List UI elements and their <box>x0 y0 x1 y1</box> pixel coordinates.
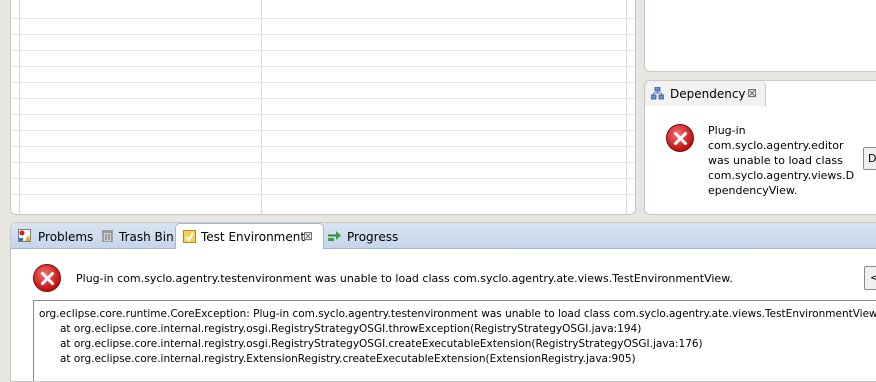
tab-problems-label: Problems <box>38 230 94 244</box>
dependency-error-message: Plug-in com.syclo.agentry.editor was una… <box>708 123 858 198</box>
test-environment-icon <box>183 230 196 243</box>
trash-icon <box>101 229 114 243</box>
details-button[interactable]: D <box>863 147 876 170</box>
bottom-view-stack: Problems Trash Bin Test Environment ⊠ Pr… <box>10 222 876 382</box>
tab-test-environment-label: Test Environment <box>201 230 306 244</box>
stack-trace-line: at org.eclipse.core.internal.registry.os… <box>60 338 703 350</box>
table-gridline <box>626 0 627 214</box>
error-icon <box>33 264 61 292</box>
table-row[interactable] <box>11 178 635 179</box>
error-line: com.syclo.agentry.views.D <box>708 169 855 182</box>
table-row[interactable] <box>11 66 635 67</box>
tab-progress-label: Progress <box>347 230 399 244</box>
stack-trace-box[interactable]: org.eclipse.core.runtime.CoreException: … <box>33 300 876 381</box>
table-row[interactable] <box>11 18 635 19</box>
table-view <box>10 0 636 215</box>
table-row[interactable] <box>11 98 635 99</box>
error-line: com.syclo.agentry.editor <box>708 139 844 152</box>
table-row[interactable] <box>11 34 635 35</box>
tab-problems[interactable]: Problems <box>11 223 95 248</box>
error-line: was unable to load class <box>708 154 843 167</box>
top-right-view <box>644 0 876 72</box>
stack-trace-line: org.eclipse.core.runtime.CoreException: … <box>39 308 876 320</box>
table-row[interactable] <box>11 130 635 131</box>
tab-dependency-label: Dependency <box>670 87 746 101</box>
tab-test-environment[interactable]: Test Environment ⊠ <box>175 223 324 249</box>
error-line: ependencyView. <box>708 184 798 197</box>
problems-icon <box>18 229 31 242</box>
table-row[interactable] <box>11 146 635 147</box>
table-column-divider[interactable] <box>261 0 262 214</box>
hierarchy-icon <box>650 86 665 100</box>
tab-progress[interactable]: Progress <box>326 223 416 248</box>
tab-dependency[interactable]: Dependency ⊠ <box>645 81 766 107</box>
table-row[interactable] <box>11 162 635 163</box>
table-gridline <box>19 0 20 214</box>
stack-trace-line: at org.eclipse.core.internal.registry.os… <box>60 323 642 335</box>
progress-icon <box>328 229 341 242</box>
close-icon[interactable]: ⊠ <box>303 229 313 243</box>
tab-trash-bin[interactable]: Trash Bin <box>99 223 175 248</box>
dependency-view: Dependency ⊠ Plug-in com.syclo.agentry.e… <box>644 80 876 215</box>
error-icon <box>666 124 694 152</box>
close-icon[interactable]: ⊠ <box>747 86 757 100</box>
error-line: Plug-in <box>708 124 746 137</box>
table-row[interactable] <box>11 114 635 115</box>
table-row[interactable] <box>11 194 635 195</box>
stack-trace-line: at org.eclipse.core.internal.registry.Ex… <box>60 353 636 365</box>
error-message: Plug-in com.syclo.agentry.testenvironmen… <box>76 272 733 285</box>
table-row[interactable] <box>11 82 635 83</box>
tab-trash-bin-label: Trash Bin <box>119 230 174 244</box>
details-button[interactable]: < <box>864 266 876 290</box>
table-row[interactable] <box>11 50 635 51</box>
